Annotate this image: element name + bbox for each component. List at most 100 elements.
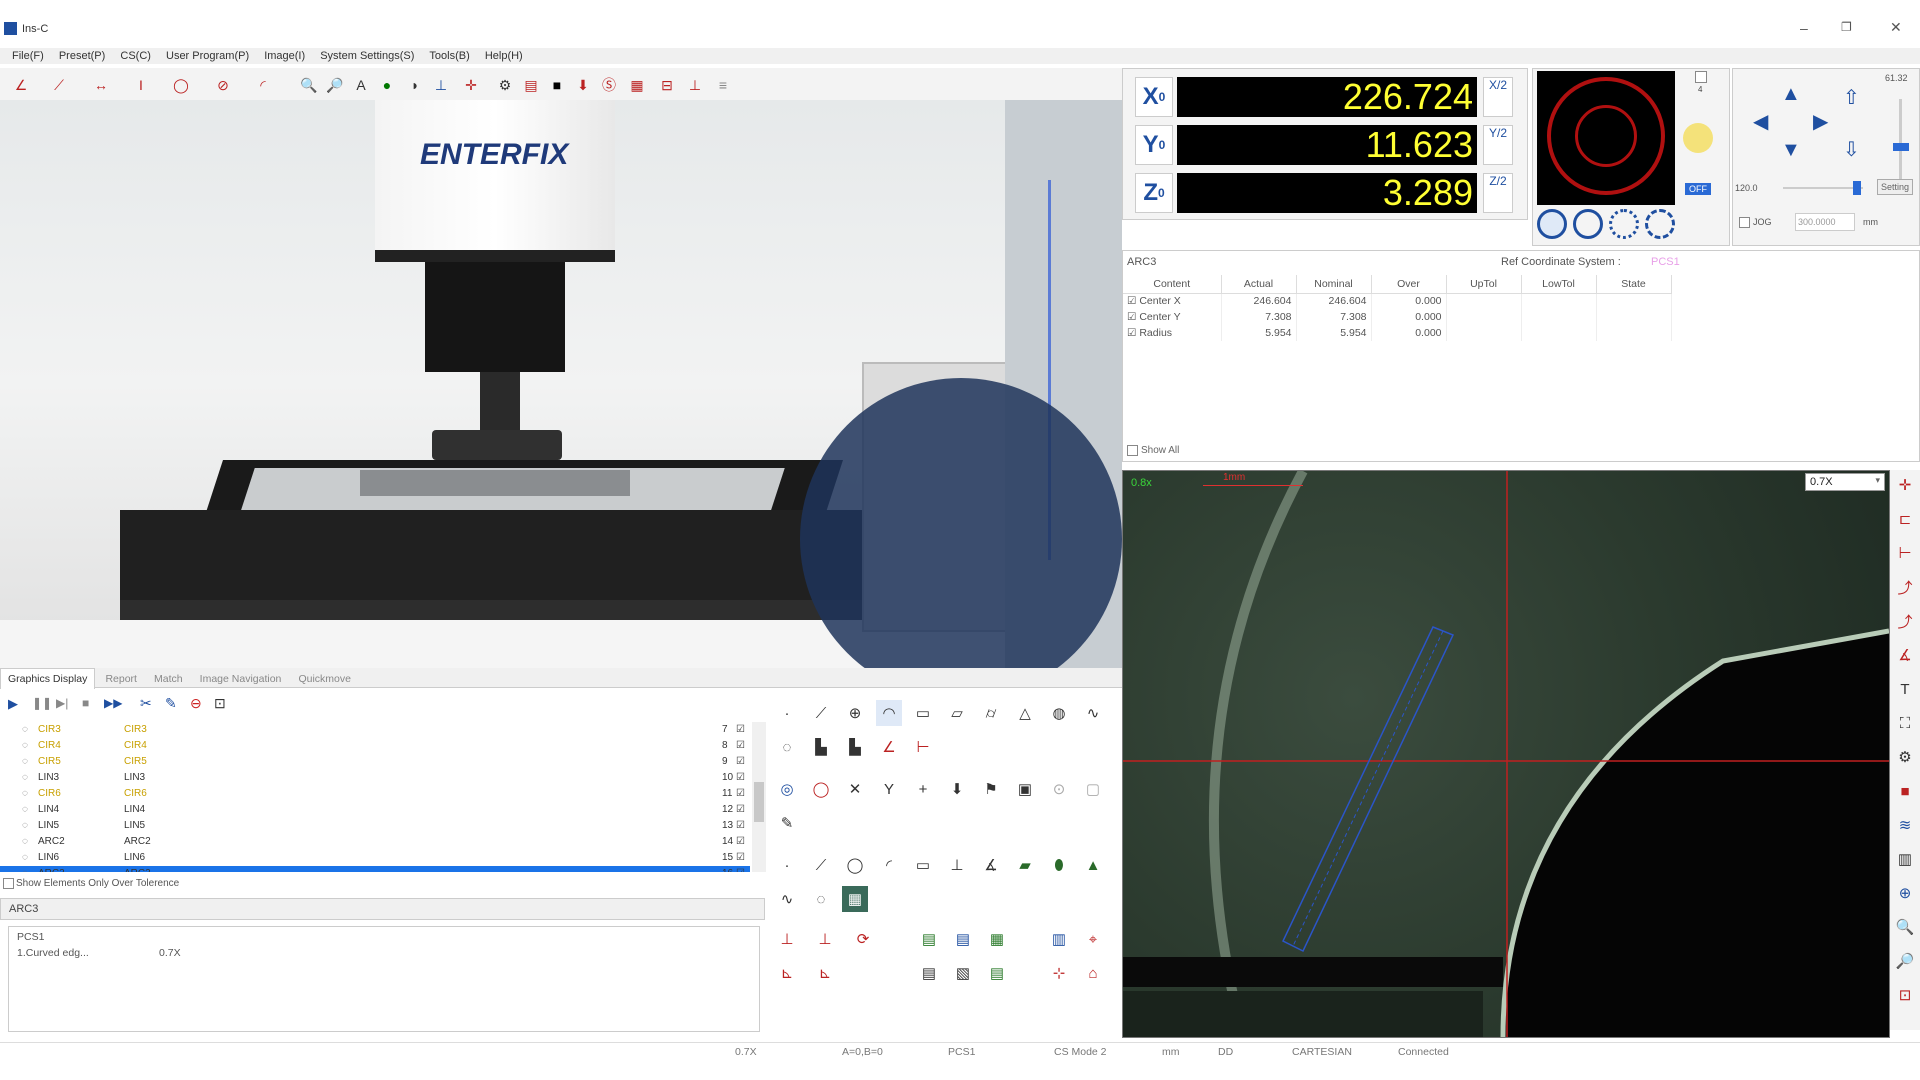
y-half-button[interactable]: Y/2 <box>1483 125 1513 165</box>
construct-cone-icon[interactable]: ▲ <box>1080 852 1106 878</box>
element-checkbox[interactable]: ☑ <box>736 722 745 738</box>
fullscreen-icon[interactable]: ⛶ <box>1892 710 1918 736</box>
multi-edge-icon[interactable]: ⤴ <box>1892 608 1918 634</box>
menu-file[interactable]: File(F) <box>12 48 44 64</box>
tab-image-navigation[interactable]: Image Navigation <box>193 669 289 689</box>
list-item[interactable]: ◌ CIR5 CIR5 9 ☑ <box>0 754 750 770</box>
cylinder-feature-icon[interactable]: ⌭ <box>978 700 1004 726</box>
auto-edge-icon[interactable]: ⤴ <box>1892 574 1918 600</box>
ref-cs-value[interactable]: PCS1 <box>1651 256 1680 268</box>
delete-icon[interactable]: ⊖ <box>190 695 202 712</box>
datum-y-icon[interactable]: ⊥ <box>812 926 838 952</box>
element-checkbox[interactable]: ☑ <box>736 818 745 834</box>
level-tool-icon[interactable]: ⊥ <box>684 74 706 96</box>
layers-icon[interactable]: ≋ <box>1892 812 1918 838</box>
angle-feature-icon[interactable]: ∠ <box>876 734 902 760</box>
zoom-select[interactable]: 0.7X ▾ <box>1805 473 1885 491</box>
frame-icon[interactable]: ▢ <box>1080 776 1106 802</box>
menu-cs[interactable]: CS(C) <box>120 48 151 64</box>
rectangle-feature-icon[interactable]: ▭ <box>910 700 936 726</box>
ring-light-icon[interactable] <box>1573 209 1603 239</box>
globe-icon[interactable]: ● <box>376 74 398 96</box>
ring-light-display[interactable] <box>1537 71 1675 205</box>
angle-tool-icon[interactable]: ∠ <box>10 74 32 96</box>
focus-icon[interactable]: ⌖ <box>1080 926 1106 952</box>
stack-icon[interactable]: ▧ <box>950 960 976 986</box>
focus-assist-icon[interactable]: ⊕ <box>1892 880 1918 906</box>
edge-feature-icon[interactable]: ▙ <box>842 734 868 760</box>
report-icon[interactable]: ▤ <box>520 74 542 96</box>
play-icon[interactable]: ▶ <box>8 696 18 712</box>
cone-feature-icon[interactable]: △ <box>1012 700 1038 726</box>
home-icon[interactable]: ⌂ <box>1080 960 1106 986</box>
list-item[interactable]: ◌ CIR4 CIR4 8 ☑ <box>0 738 750 754</box>
color-bars-icon[interactable]: ▥ <box>1046 926 1072 952</box>
list-item[interactable]: ◌ LIN5 LIN5 13 ☑ <box>0 818 750 834</box>
element-checkbox[interactable]: ☑ <box>736 850 745 866</box>
move-right-icon[interactable]: ▶ <box>1813 109 1828 134</box>
list-item[interactable]: ◌ ARC3 ARC3 16☑ <box>0 866 750 872</box>
pause-icon[interactable]: ❚❚ <box>32 696 52 710</box>
construct-angle-icon[interactable]: ∡ <box>978 852 1004 878</box>
segment-light-icon[interactable] <box>1609 209 1639 239</box>
text-icon[interactable]: T <box>1892 676 1918 702</box>
plane-feature-icon[interactable]: ▱ <box>944 700 970 726</box>
stop-run-icon[interactable]: ■ <box>82 696 89 710</box>
line-tool-icon[interactable]: ⟋ <box>48 74 70 96</box>
construct-rect-icon[interactable]: ▭ <box>910 852 936 878</box>
construct-line-icon[interactable]: ⟋ <box>808 852 834 878</box>
cross-tool-icon[interactable]: ✛ <box>460 74 482 96</box>
settings-icon[interactable]: ⚙ <box>494 74 516 96</box>
edge-detect-icon[interactable]: ⊏ <box>1892 506 1918 532</box>
point-feature-icon[interactable]: · <box>774 700 800 726</box>
z-half-button[interactable]: Z/2 <box>1483 173 1513 213</box>
light-slider-knob[interactable] <box>1683 123 1713 153</box>
table-row[interactable]: ☑ Center Y 7.308 7.308 0.000 <box>1123 309 1672 325</box>
bisect-icon[interactable]: Y <box>876 776 902 802</box>
element-checkbox[interactable]: ☑ <box>736 738 745 754</box>
curve-feature-icon[interactable]: ∿ <box>1080 700 1106 726</box>
crosshair-icon[interactable]: ✛ <box>1892 472 1918 498</box>
close-button[interactable]: ✕ <box>1890 19 1902 36</box>
grid-tool-icon[interactable]: ▦ <box>626 74 648 96</box>
tab-report[interactable]: Report <box>98 669 144 689</box>
construct-plane-icon[interactable]: ▰ <box>1012 852 1038 878</box>
edit-icon[interactable]: ✎ <box>165 695 177 712</box>
construct-point-icon[interactable]: · <box>774 852 800 878</box>
list-item[interactable]: ◌ LIN3 LIN3 10 ☑ <box>0 770 750 786</box>
axis-tool-icon[interactable]: ⊥ <box>430 74 452 96</box>
fast-forward-icon[interactable]: ▶▶ <box>104 696 122 710</box>
construct-circle-icon[interactable]: ◯ <box>842 852 868 878</box>
x-half-button[interactable]: X/2 <box>1483 77 1513 117</box>
restore-button[interactable]: ❐ <box>1841 20 1852 34</box>
s-tool-icon[interactable]: Ⓢ <box>598 74 620 96</box>
angle-measure-icon[interactable]: ∡ <box>1892 642 1918 668</box>
record-icon[interactable]: ■ <box>1892 778 1918 804</box>
circle-tool-icon[interactable]: ◯ <box>170 74 192 96</box>
setting-button[interactable]: Setting <box>1877 179 1914 195</box>
table-row[interactable]: ☑ Radius 5.954 5.954 0.000 <box>1123 325 1672 341</box>
xy-speed-thumb[interactable] <box>1853 181 1861 195</box>
xy-speed-track[interactable] <box>1783 187 1863 189</box>
z-down-icon[interactable]: ⇩ <box>1843 137 1860 162</box>
image-settings-icon[interactable]: ⚙ <box>1892 744 1918 770</box>
element-checkbox[interactable]: ☑ <box>736 802 745 818</box>
height-tool-icon[interactable]: I <box>130 74 152 96</box>
menu-image[interactable]: Image(I) <box>264 48 305 64</box>
minimize-button[interactable]: – <box>1800 20 1808 36</box>
element-checkbox[interactable]: ☑ <box>736 834 745 850</box>
tools-icon[interactable]: ✂ <box>140 695 152 712</box>
camera-icon[interactable]: ⊡ <box>214 695 226 712</box>
arc-tool-icon[interactable]: ◜ <box>252 74 274 96</box>
list-item[interactable]: ◌ CIR3 CIR3 7 ☑ <box>0 722 750 738</box>
target-icon[interactable]: ⊙ <box>1046 776 1072 802</box>
detail-step[interactable]: 1.Curved edg... <box>17 947 89 959</box>
list-item[interactable]: ◌ LIN6 LIN6 15 ☑ <box>0 850 750 866</box>
ring-red-icon[interactable]: ◯ <box>808 776 834 802</box>
zoom-icon[interactable]: 🔍 <box>1892 914 1918 940</box>
report-list-icon[interactable]: ▤ <box>916 960 942 986</box>
element-checkbox[interactable]: ☑ <box>736 866 745 872</box>
list-item[interactable]: ◌ ARC2 ARC2 14 ☑ <box>0 834 750 850</box>
width-feature-icon[interactable]: ⊢ <box>910 734 936 760</box>
move-down-icon[interactable]: ▼ <box>1781 139 1801 162</box>
